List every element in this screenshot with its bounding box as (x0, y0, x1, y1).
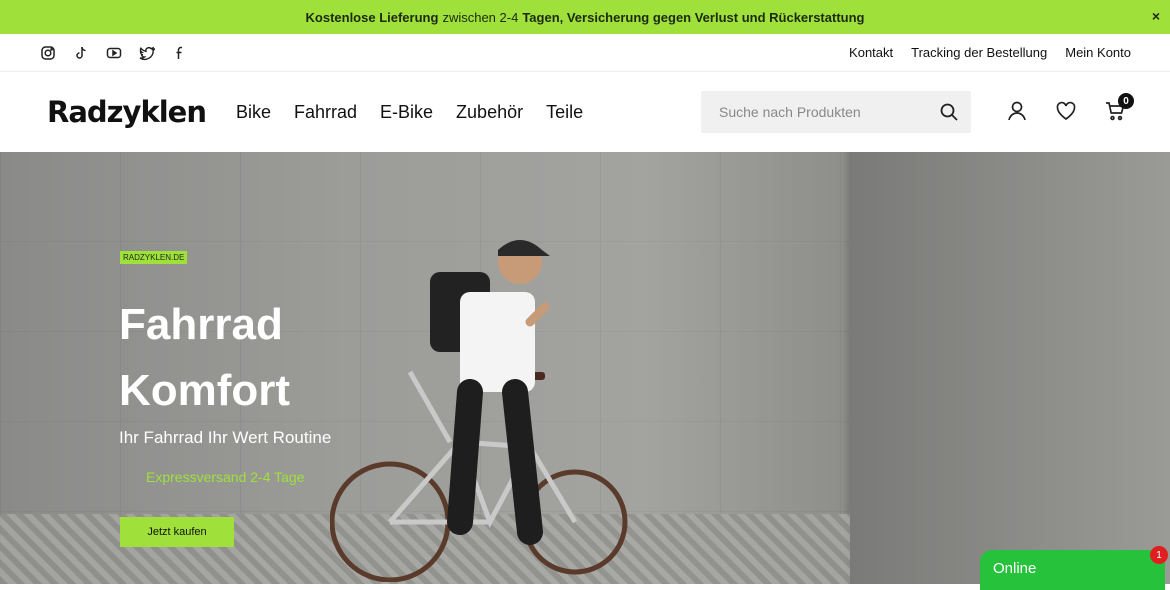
search-icon[interactable] (939, 102, 959, 122)
search-box (701, 91, 971, 133)
youtube-icon[interactable] (106, 45, 122, 61)
hero-express-shipping: Expressversand 2-4 Tage (146, 469, 305, 485)
cart-button[interactable]: 0 (1104, 93, 1134, 122)
announcement-bar: Kostenlose Lieferung zwischen 2-4 Tagen,… (0, 0, 1170, 34)
social-links (40, 45, 188, 61)
cart-count-badge: 0 (1118, 93, 1134, 109)
hero-banner: RADZYKLEN.DE Fahrrad Komfort Ihr Fahrrad… (0, 152, 1170, 584)
main-nav: Bike Fahrrad E-Bike Zubehör Teile (236, 102, 583, 123)
site-logo[interactable]: Radzyklen (47, 95, 207, 129)
my-account-link[interactable]: Mein Konto (1065, 45, 1131, 60)
chat-status-label: Online (993, 560, 1037, 577)
close-icon[interactable]: × (1152, 8, 1160, 24)
contact-link[interactable]: Kontakt (849, 45, 893, 60)
wishlist-heart-icon[interactable] (1055, 100, 1077, 122)
top-links: Kontakt Tracking der Bestellung Mein Kon… (849, 45, 1131, 60)
main-header: Radzyklen Bike Fahrrad E-Bike Zubehör Te… (0, 72, 1170, 152)
chat-notification-badge: 1 (1150, 546, 1168, 564)
nav-item-zubehoer[interactable]: Zubehör (456, 102, 523, 123)
facebook-icon[interactable] (172, 45, 188, 61)
twitter-icon[interactable] (139, 45, 155, 61)
hero-title: Fahrrad Komfort (119, 292, 290, 424)
instagram-icon[interactable] (40, 45, 56, 61)
tiktok-icon[interactable] (73, 45, 89, 61)
hero-tag: RADZYKLEN.DE (120, 251, 188, 264)
nav-item-teile[interactable]: Teile (546, 102, 583, 123)
nav-item-ebike[interactable]: E-Bike (380, 102, 433, 123)
order-tracking-link[interactable]: Tracking der Bestellung (911, 45, 1047, 60)
nav-item-fahrrad[interactable]: Fahrrad (294, 102, 357, 123)
hero-title-line1: Fahrrad (119, 300, 283, 349)
announcement-text-1: Kostenlose Lieferung (305, 9, 439, 25)
top-bar: Kontakt Tracking der Bestellung Mein Kon… (0, 34, 1170, 72)
hero-wall-corner (850, 152, 1170, 584)
hero-subtitle: Ihr Fahrrad Ihr Wert Routine (119, 428, 332, 447)
hero-title-line2: Komfort (119, 366, 291, 415)
nav-item-bike[interactable]: Bike (236, 102, 271, 123)
hero-cyclist-image (330, 240, 628, 582)
buy-now-button[interactable]: Jetzt kaufen (120, 517, 234, 547)
header-icons: 0 (1006, 93, 1134, 122)
search-input[interactable] (719, 104, 939, 120)
chat-widget[interactable]: Online (980, 550, 1165, 590)
announcement-text-2: zwischen 2-4 (442, 9, 519, 25)
announcement-text-3: Tagen, Versicherung gegen Verlust und Rü… (522, 9, 865, 25)
user-icon[interactable] (1006, 100, 1028, 122)
